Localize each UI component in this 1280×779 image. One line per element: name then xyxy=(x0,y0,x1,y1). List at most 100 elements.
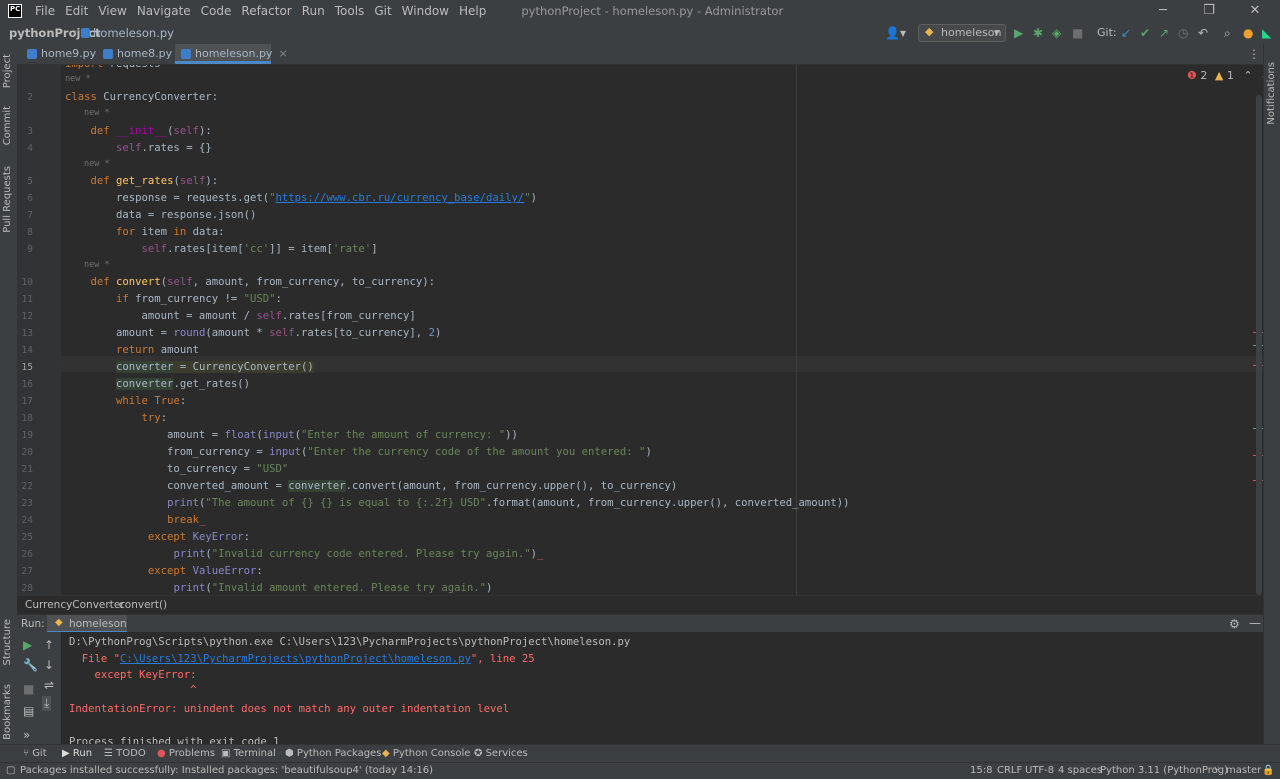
run-console[interactable]: D:\PythonProg\Scripts\python.exe C:\User… xyxy=(61,632,1263,744)
pycharm-logo-icon: PC xyxy=(8,4,22,18)
more-icon[interactable]: ⋮ xyxy=(1248,47,1260,61)
tool-todo[interactable]: ☰ TODO xyxy=(104,748,146,759)
indent-setting[interactable]: 4 spaces xyxy=(1058,765,1102,776)
chevron-down-icon: ▾ xyxy=(994,26,1000,39)
rollback-icon[interactable]: ↶ xyxy=(1198,26,1208,40)
menu-run[interactable]: Run xyxy=(297,0,330,22)
code-line-15: converter = CurrencyConverter() xyxy=(116,361,314,373)
python-icon: ◆ xyxy=(382,748,390,759)
scroll-to-end-icon[interactable]: ⤓ xyxy=(42,696,52,711)
code-line-18: try: xyxy=(141,412,168,424)
stop-icon[interactable]: ■ xyxy=(1072,26,1083,40)
tab-home9[interactable]: home9.py× xyxy=(21,44,111,64)
git-push-icon[interactable]: ↗ xyxy=(1159,26,1169,40)
search-icon[interactable]: ⌕ xyxy=(1224,26,1231,40)
git-branch[interactable]: master xyxy=(1226,765,1261,776)
caret-position[interactable]: 15:8 xyxy=(970,765,992,776)
menu-file[interactable]: File xyxy=(30,0,60,22)
user-icon[interactable]: 👤▾ xyxy=(885,26,906,40)
menu-navigate[interactable]: Navigate xyxy=(132,0,196,22)
traceback-file-link[interactable]: C:\Users\123\PycharmProjects\pythonProje… xyxy=(120,653,471,665)
soft-wrap-icon[interactable]: ⇌ xyxy=(44,678,54,692)
maximize-icon[interactable]: ❐ xyxy=(1186,0,1232,22)
lock-icon[interactable]: 🔒 xyxy=(1262,765,1274,776)
bookmarks-tool-tab[interactable]: Bookmarks xyxy=(2,684,13,740)
line-number: 16 xyxy=(21,379,33,390)
error-count: 2 xyxy=(1200,69,1208,82)
git-commit-icon[interactable]: ✔ xyxy=(1140,26,1150,40)
status-toggle-icon[interactable]: ▢ xyxy=(6,765,15,776)
structure-tool-tab[interactable]: Structure xyxy=(2,619,13,666)
menu-window[interactable]: Window xyxy=(397,0,454,22)
menu-tools[interactable]: Tools xyxy=(330,0,370,22)
run-tab[interactable]: ◆ homeleson xyxy=(47,615,127,633)
hide-icon[interactable]: — xyxy=(1249,616,1261,630)
close-icon[interactable]: ✕ xyxy=(1232,0,1278,22)
arrow-down-icon[interactable]: ↓ xyxy=(44,658,54,672)
chevron-up-icon[interactable]: ⌃ xyxy=(1243,69,1252,82)
rerun-icon[interactable]: ▶ xyxy=(23,638,32,652)
stop-icon[interactable]: ■ xyxy=(23,682,34,696)
project-tool-tab[interactable]: Project xyxy=(2,54,13,88)
line-separator[interactable]: CRLF xyxy=(997,765,1022,776)
coverage-icon[interactable]: ◈ xyxy=(1052,26,1061,40)
tool-python-console[interactable]: ◆ Python Console xyxy=(382,748,470,759)
debug-icon[interactable]: ✱ xyxy=(1033,26,1043,40)
run-config-selector[interactable]: ◆ homeleson ▾ xyxy=(918,24,1006,42)
layout-icon[interactable]: ▤ xyxy=(23,704,34,718)
update-icon[interactable]: ● xyxy=(1243,26,1253,40)
code-line-4: self.rates = {} xyxy=(116,142,212,154)
wrench-icon[interactable]: 🔧 xyxy=(23,658,38,672)
line-number: 14 xyxy=(21,345,33,356)
tool-run[interactable]: ▶ Run xyxy=(62,748,92,759)
tab-label: homeleson.py xyxy=(195,47,273,60)
code-editor[interactable]: ❶ 2 ▲ 1 ⌃ ⌄ import requests new * 2 clas… xyxy=(17,65,1263,595)
python-icon: ◆ xyxy=(925,25,934,38)
console-exit-message: Process finished with exit code 1 xyxy=(69,736,280,744)
menu-help[interactable]: Help xyxy=(454,0,491,22)
code-line-9: self.rates[item['cc']] = item['rate'] xyxy=(141,243,378,255)
url-link[interactable]: https://www.cbr.ru/currency_base/daily/ xyxy=(276,192,525,204)
console-except-line: except KeyError: xyxy=(69,669,197,681)
notifications-tool-tab[interactable]: Notifications xyxy=(1266,62,1277,125)
menu-code[interactable]: Code xyxy=(196,0,237,22)
editor-scrollbar[interactable] xyxy=(1256,95,1262,595)
file-encoding[interactable]: UTF-8 xyxy=(1025,765,1054,776)
traceback-prefix: File " xyxy=(69,653,121,665)
code-line-3: def __init__(self): xyxy=(90,125,212,137)
breadcrumb-method[interactable]: convert() xyxy=(119,599,167,611)
menu-refactor[interactable]: Refactor xyxy=(236,0,296,22)
python-icon: ◆ xyxy=(55,617,63,628)
tool-services[interactable]: ✪ Services xyxy=(474,748,528,759)
commit-tool-tab[interactable]: Commit xyxy=(2,106,13,145)
tool-terminal[interactable]: ▣ Terminal xyxy=(221,748,276,759)
breadcrumb-file[interactable]: homeleson.py xyxy=(93,26,174,40)
console-caret: ^ xyxy=(69,684,197,696)
tab-homeleson[interactable]: homeleson.py × xyxy=(175,44,288,64)
line-number: 7 xyxy=(27,210,33,221)
menu-git[interactable]: Git xyxy=(369,0,396,22)
gear-icon[interactable]: ⚙ xyxy=(1229,617,1240,631)
jetbrains-icon[interactable]: ◣ xyxy=(1262,26,1271,40)
pull-requests-tool-tab[interactable]: Pull Requests xyxy=(2,166,13,233)
arrow-up-icon[interactable]: ↑ xyxy=(44,638,54,652)
chevron-down-icon[interactable]: ⌄ xyxy=(1260,69,1263,82)
close-icon[interactable]: × xyxy=(278,47,287,60)
tool-problems[interactable]: ● Problems xyxy=(157,748,215,759)
inspection-widget[interactable]: ❶ 2 ▲ 1 ⌃ ⌄ xyxy=(1187,69,1263,82)
minimize-icon[interactable]: ─ xyxy=(1140,0,1186,22)
run-icon[interactable]: ▶ xyxy=(1014,26,1023,40)
tool-git[interactable]: ⑂ Git xyxy=(23,748,47,759)
more-icon[interactable]: » xyxy=(23,728,30,742)
code-line-2: class CurrencyConverter: xyxy=(65,91,219,103)
tab-home8[interactable]: home8.py× xyxy=(97,44,187,64)
menu-view[interactable]: View xyxy=(93,0,131,22)
menu-edit[interactable]: Edit xyxy=(60,0,93,22)
history-icon[interactable]: ◷ xyxy=(1178,26,1188,40)
tool-python-packages[interactable]: ⬢ Python Packages xyxy=(285,748,381,759)
git-update-icon[interactable]: ↙ xyxy=(1121,26,1131,40)
python-interpreter[interactable]: Python 3.11 (PythonProg) xyxy=(1100,765,1228,776)
git-branch-icon: ⑂ xyxy=(1214,765,1220,776)
status-message[interactable]: Packages installed successfully: Install… xyxy=(20,765,433,776)
tab-label: home9.py xyxy=(41,47,97,60)
